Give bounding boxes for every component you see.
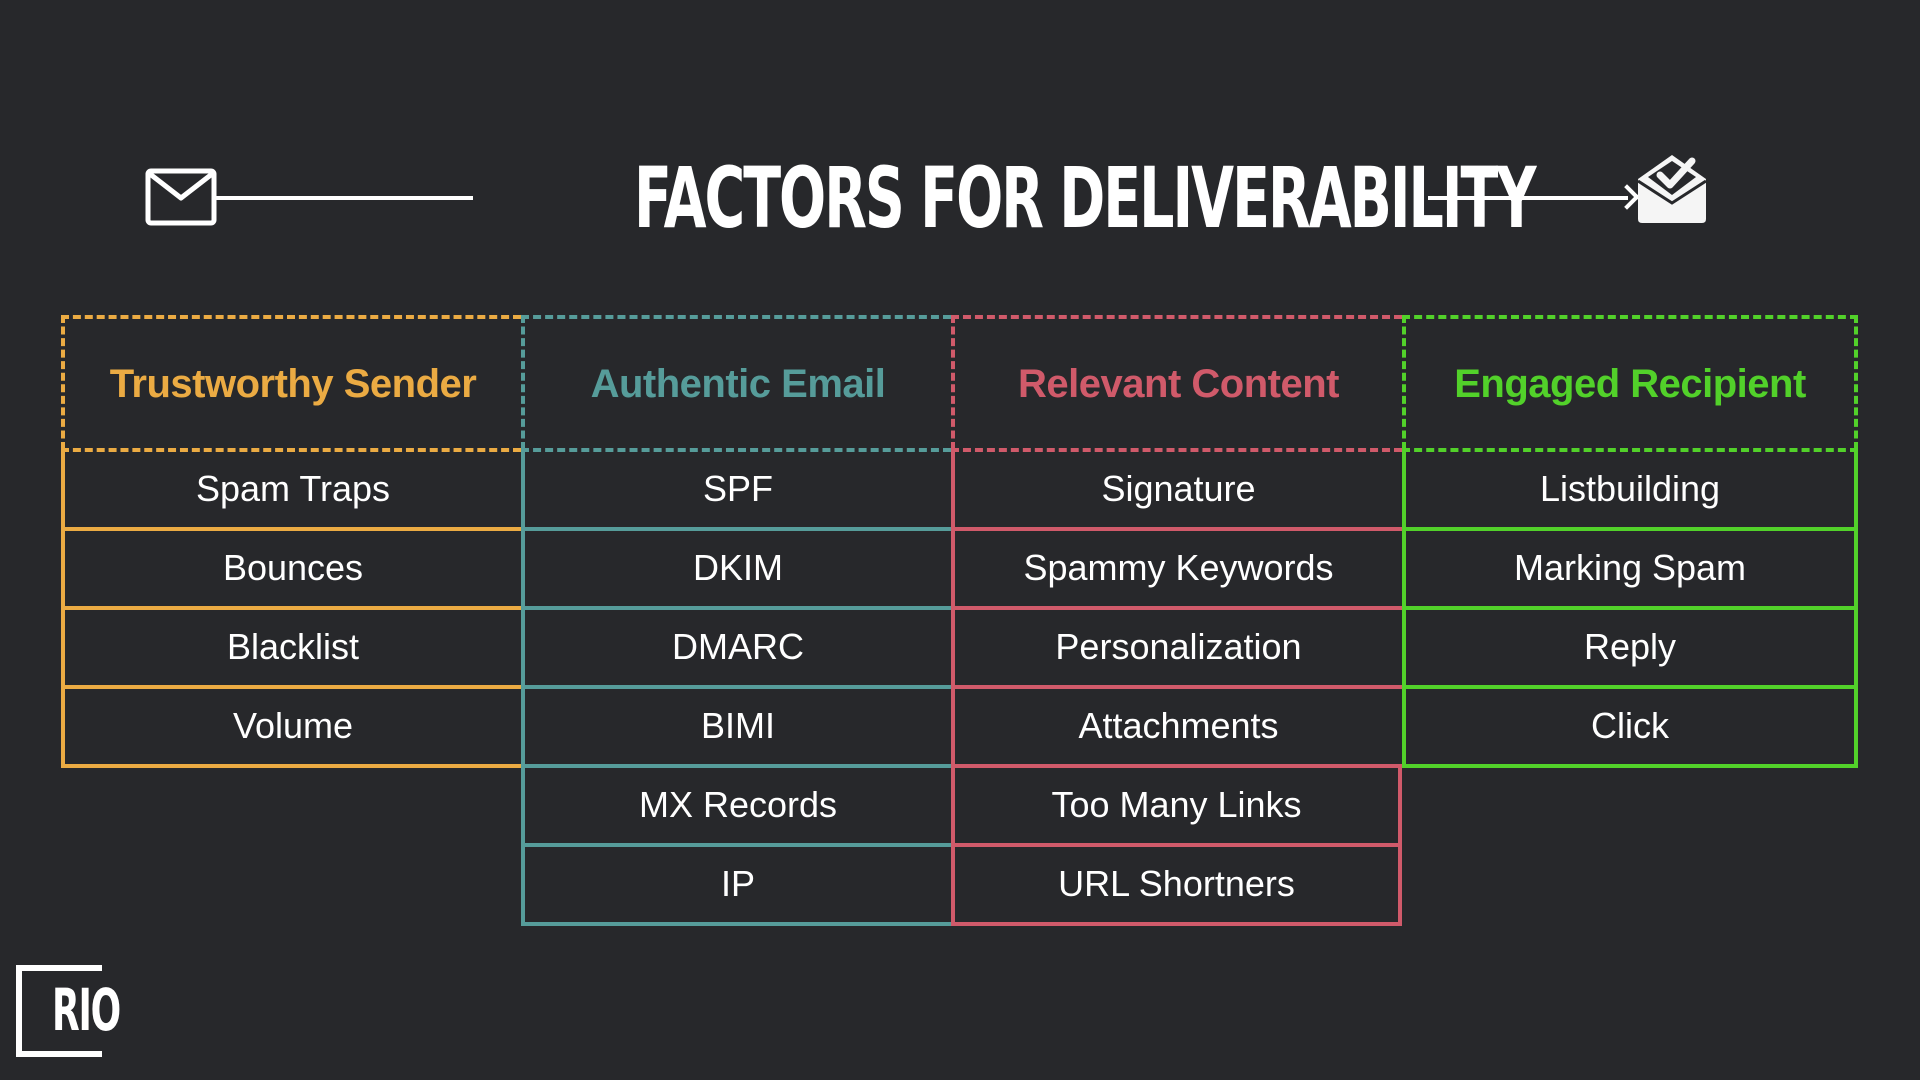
factor-cell: Spammy Keywords bbox=[951, 529, 1402, 610]
factor-cell: IP bbox=[521, 845, 951, 926]
factor-cell: SPF bbox=[521, 450, 951, 531]
factor-cell: BIMI bbox=[521, 687, 951, 768]
envelope-icon bbox=[145, 168, 217, 226]
open-envelope-check-icon bbox=[1637, 155, 1707, 223]
page-title: FACTORS FOR DELIVERABILITY bbox=[634, 149, 1536, 247]
column-header: Authentic Email bbox=[521, 315, 951, 450]
column-header: Relevant Content bbox=[951, 315, 1402, 450]
column-header: Engaged Recipient bbox=[1402, 315, 1858, 450]
factor-cell: Attachments bbox=[951, 687, 1402, 768]
factor-cell: Volume bbox=[61, 687, 521, 768]
factor-cell: Personalization bbox=[951, 608, 1402, 689]
factor-cell: Too Many Links bbox=[951, 766, 1402, 847]
connector-line-left bbox=[215, 196, 473, 200]
factor-cell: Listbuilding bbox=[1402, 450, 1858, 531]
factor-cell: DKIM bbox=[521, 529, 951, 610]
column-header: Trustworthy Sender bbox=[61, 315, 521, 450]
factor-cell: Marking Spam bbox=[1402, 529, 1858, 610]
factor-cell: MX Records bbox=[521, 766, 951, 847]
factor-cell: DMARC bbox=[521, 608, 951, 689]
logo-text: RIO bbox=[52, 976, 121, 1044]
rio-logo: RIO bbox=[16, 965, 121, 1057]
factor-cell: Signature bbox=[951, 450, 1402, 531]
factor-cell: Spam Traps bbox=[61, 450, 521, 531]
factor-cell: Bounces bbox=[61, 529, 521, 610]
factor-cell: Click bbox=[1402, 687, 1858, 768]
factor-cell: Blacklist bbox=[61, 608, 521, 689]
factor-cell: Reply bbox=[1402, 608, 1858, 689]
connector-line-right bbox=[1428, 196, 1628, 200]
factor-cell: URL Shortners bbox=[951, 845, 1402, 926]
